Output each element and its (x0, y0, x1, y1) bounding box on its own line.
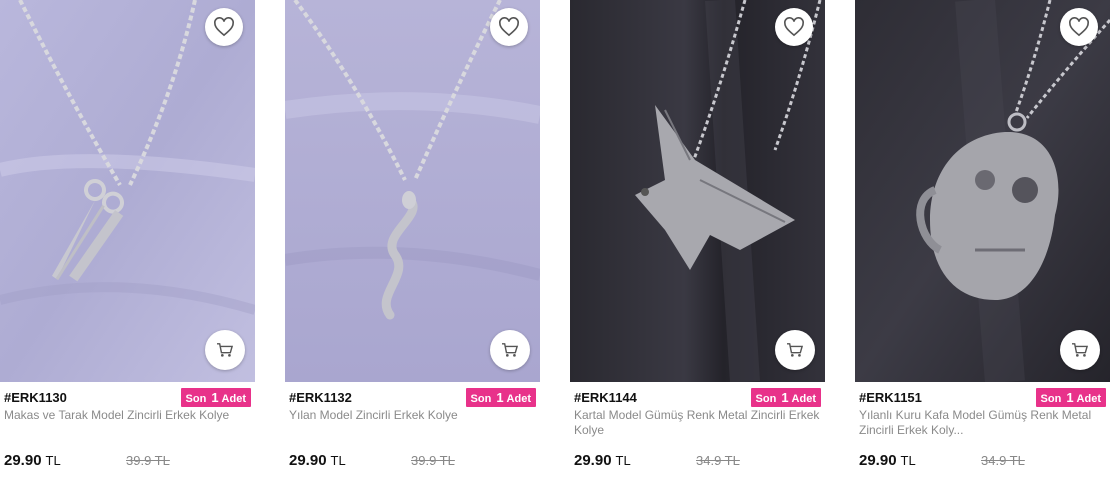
product-name[interactable]: Yılanlı Kuru Kafa Model Gümüş Renk Metal… (859, 408, 1106, 438)
cart-icon (502, 343, 519, 357)
add-to-cart-button[interactable] (775, 330, 815, 370)
stock-badge: Son 1 Adet (1035, 387, 1106, 407)
stock-badge: Son 1 Adet (180, 387, 251, 407)
current-price: 29.90 TL (289, 452, 346, 469)
favorite-button[interactable] (490, 8, 528, 46)
product-code[interactable]: #ERK1144 (574, 390, 637, 405)
price-row: 29.90 TL 39.9 TL (4, 452, 251, 472)
product-image[interactable] (855, 0, 1110, 382)
product-info: #ERK1151 Son 1 Adet Yılanlı Kuru Kafa Mode… (855, 387, 1110, 469)
old-price: 39.9 TL (411, 453, 455, 468)
current-price: 29.90 TL (4, 452, 61, 469)
price-row: 29.90 TL 34.9 TL (574, 452, 821, 472)
heart-icon (1069, 17, 1089, 37)
product-name[interactable]: Kartal Model Gümüş Renk Metal Zincirli E… (574, 408, 821, 438)
product-card[interactable]: #ERK1144 Son 1 Adet Kartal Model Gümüş Ren… (570, 0, 825, 481)
heart-icon (499, 17, 519, 37)
cart-icon (217, 343, 234, 357)
product-card[interactable]: #ERK1132 Son 1 Adet Yılan Model Zincirli E… (285, 0, 540, 481)
product-card[interactable]: #ERK1151 Son 1 Adet Yılanlı Kuru Kafa Mode… (855, 0, 1110, 481)
product-image[interactable] (570, 0, 825, 382)
product-info: #ERK1132 Son 1 Adet Yılan Model Zincirli E… (285, 387, 540, 469)
old-price: 39.9 TL (126, 453, 170, 468)
old-price: 34.9 TL (696, 453, 740, 468)
product-card[interactable]: #ERK1130 Son 1 Adet Makas ve Tarak Model Z… (0, 0, 255, 481)
favorite-button[interactable] (1060, 8, 1098, 46)
heart-icon (214, 17, 234, 37)
product-image[interactable] (285, 0, 540, 382)
product-name[interactable]: Makas ve Tarak Model Zincirli Erkek Koly… (4, 408, 251, 438)
product-info: #ERK1144 Son 1 Adet Kartal Model Gümüş Ren… (570, 387, 825, 469)
necklace-snake-image (285, 0, 540, 382)
favorite-button[interactable] (205, 8, 243, 46)
necklace-eagle-image (570, 0, 825, 382)
current-price: 29.90 TL (859, 452, 916, 469)
product-code[interactable]: #ERK1151 (859, 390, 922, 405)
price-row: 29.90 TL 34.9 TL (859, 452, 1106, 472)
favorite-button[interactable] (775, 8, 813, 46)
current-price: 29.90 TL (574, 452, 631, 469)
heart-icon (784, 17, 804, 37)
cart-icon (1072, 343, 1089, 357)
product-image[interactable] (0, 0, 255, 382)
product-code[interactable]: #ERK1130 (4, 390, 67, 405)
price-row: 29.90 TL 39.9 TL (289, 452, 536, 472)
product-grid: #ERK1130 Son 1 Adet Makas ve Tarak Model Z… (0, 0, 1113, 481)
add-to-cart-button[interactable] (490, 330, 530, 370)
product-code[interactable]: #ERK1132 (289, 390, 352, 405)
cart-icon (787, 343, 804, 357)
add-to-cart-button[interactable] (205, 330, 245, 370)
necklace-scissors-comb-image (0, 0, 255, 382)
product-info: #ERK1130 Son 1 Adet Makas ve Tarak Model Z… (0, 387, 255, 469)
stock-badge: Son 1 Adet (750, 387, 821, 407)
product-name[interactable]: Yılan Model Zincirli Erkek Kolye (289, 408, 536, 438)
old-price: 34.9 TL (981, 453, 1025, 468)
add-to-cart-button[interactable] (1060, 330, 1100, 370)
necklace-skull-snake-image (855, 0, 1110, 382)
stock-badge: Son 1 Adet (465, 387, 536, 407)
